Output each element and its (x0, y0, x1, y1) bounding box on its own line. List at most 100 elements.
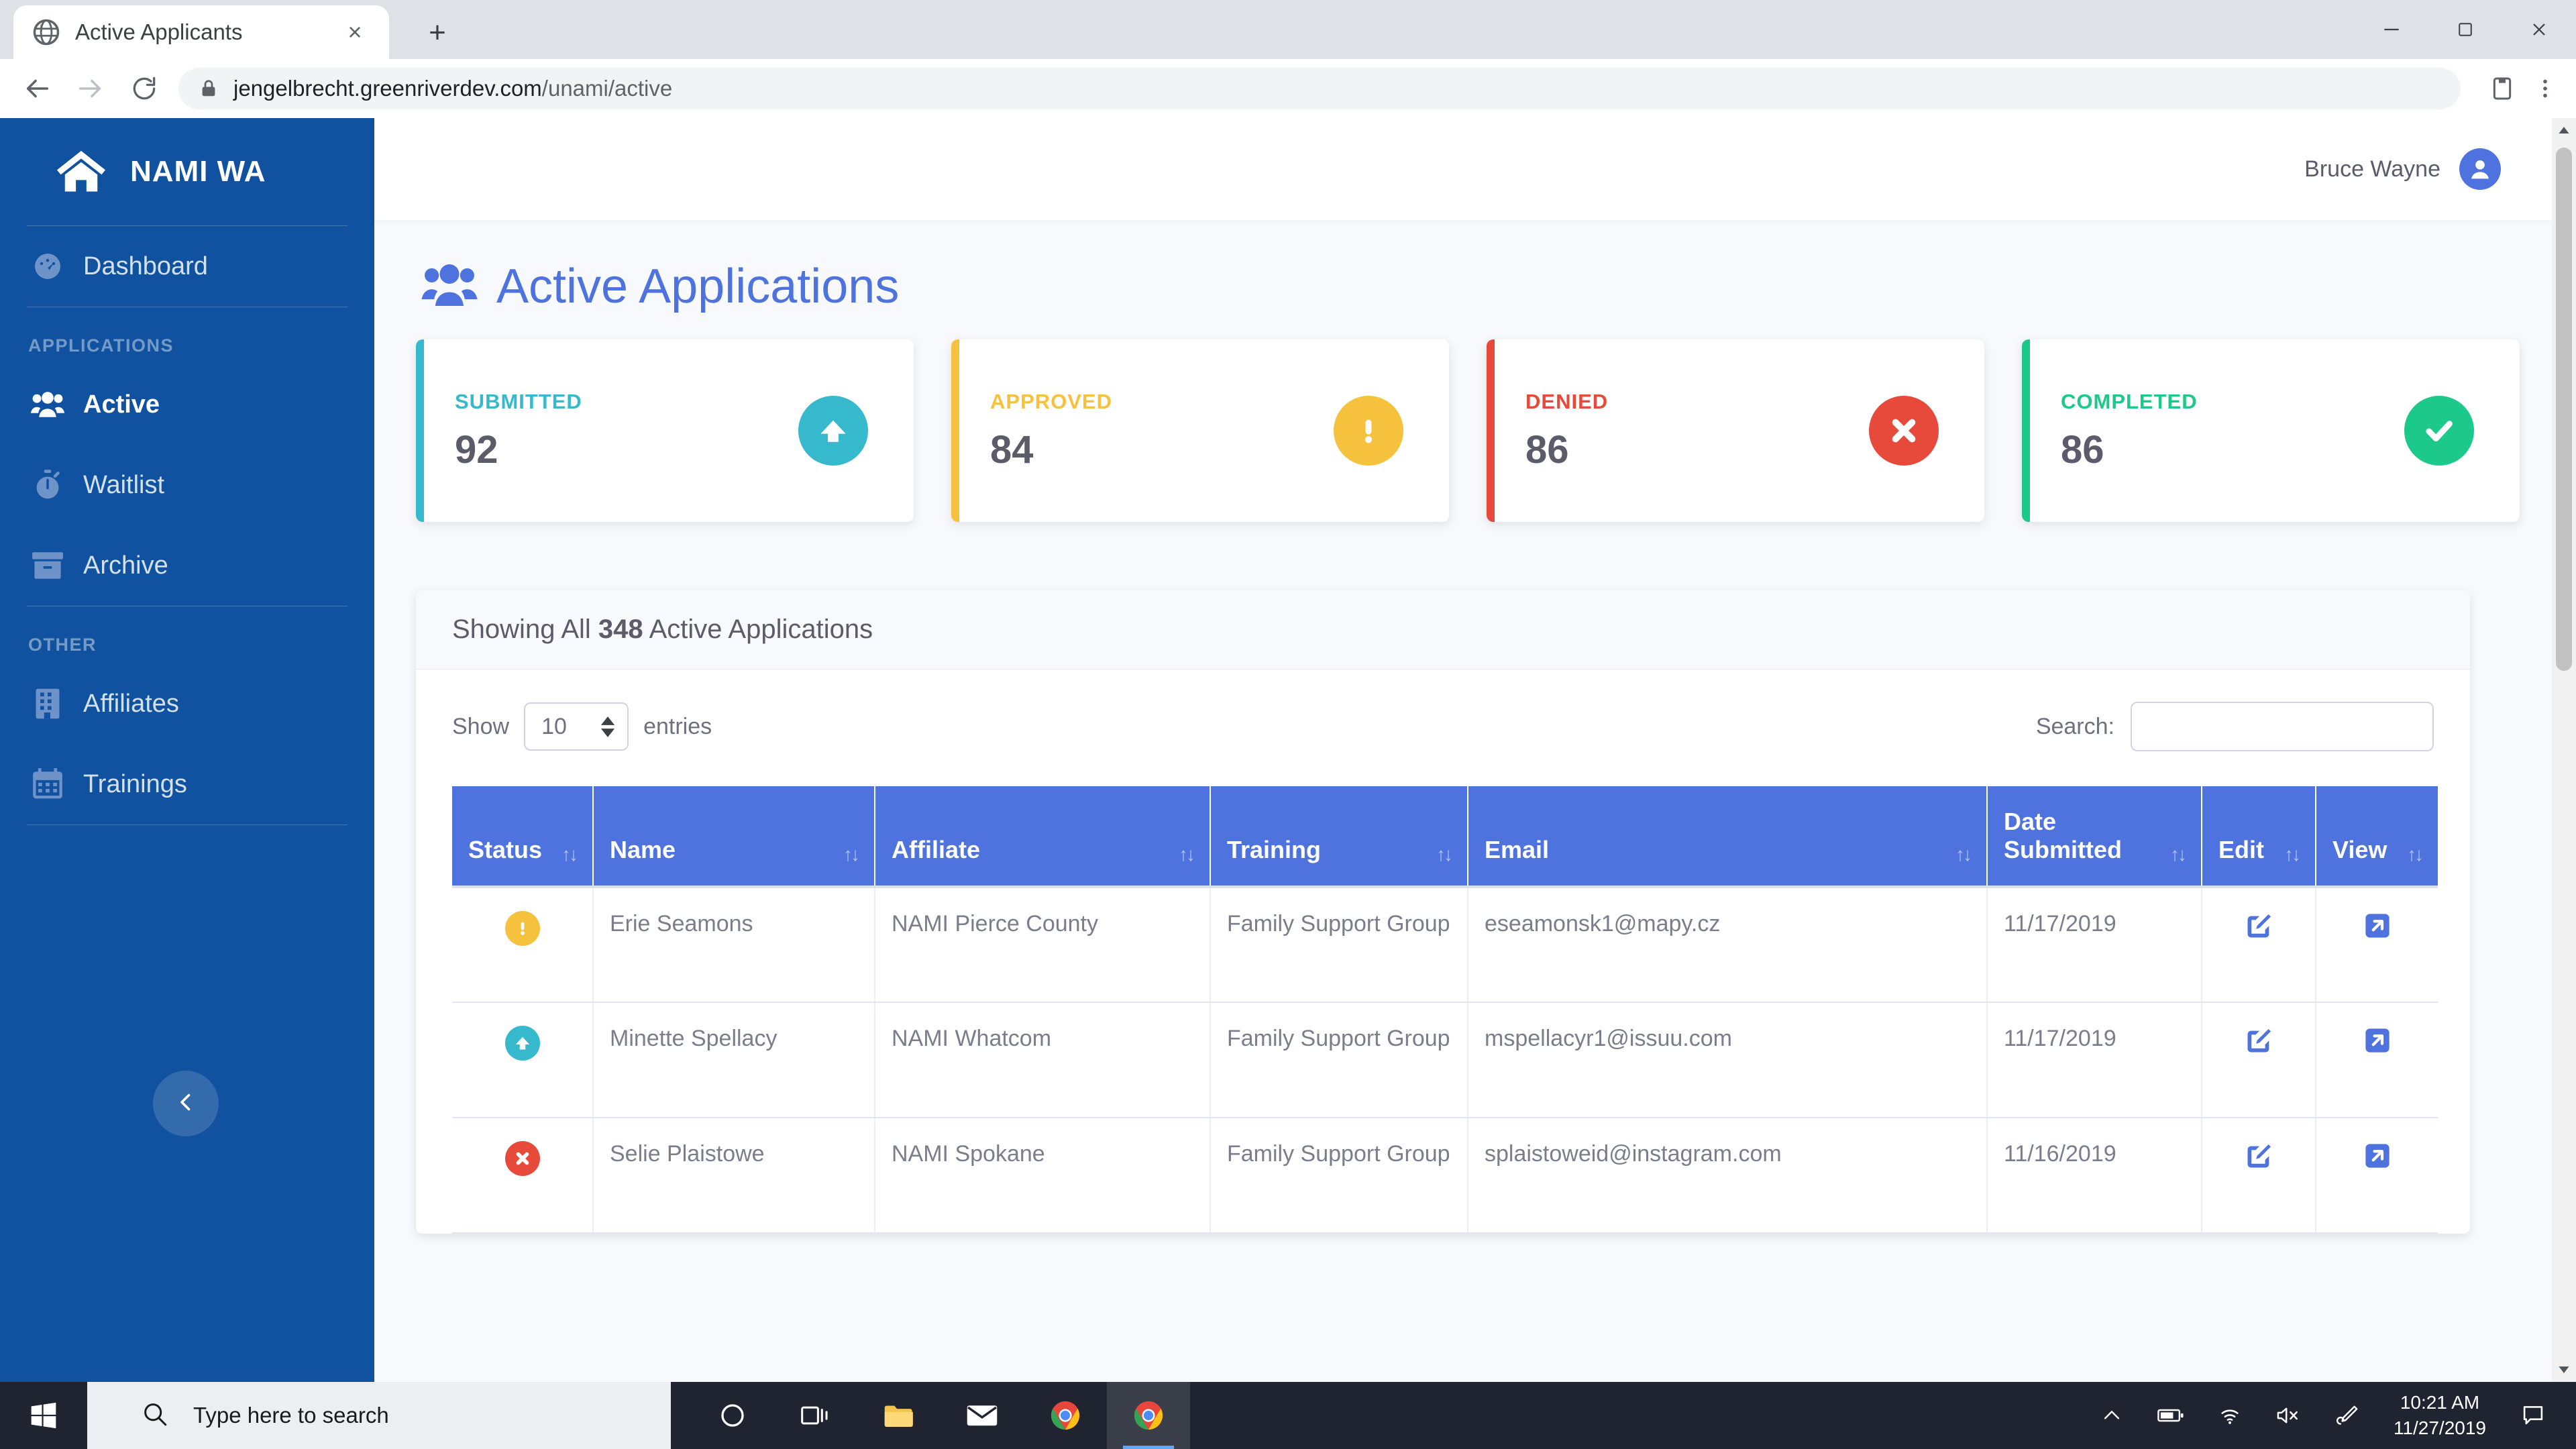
column-header-date-submitted[interactable]: Date Submitted ↑↓ (1987, 786, 2202, 887)
column-header-edit[interactable]: Edit ↑↓ (2202, 786, 2316, 887)
brand[interactable]: NAMI WA (0, 118, 374, 225)
close-window-icon[interactable] (2502, 0, 2576, 59)
applications-table: Status ↑↓ Name ↑↓ Affiliate ↑↓ Training ↑↓ (452, 786, 2438, 1234)
sidebar-item-label: Archive (83, 551, 168, 580)
mail-icon[interactable] (941, 1382, 1024, 1449)
page-viewport: NAMI WA Dashboard APPLICATIONS Active Wa… (0, 118, 2576, 1382)
cell-email: splaistoweid@instagram.com (1468, 1118, 1988, 1234)
page-scrollbar[interactable] (2552, 118, 2576, 1382)
sidebar-item-archive[interactable]: Archive (0, 525, 374, 606)
wifi-icon[interactable] (2200, 1382, 2259, 1449)
panel-body: Show 10 entries Search: Status ↑↓ Name ↑… (416, 669, 2470, 1234)
pen-to-square-icon[interactable] (2243, 1141, 2274, 1172)
address-bar[interactable]: jengelbrecht.greenriverdev.com/unami/act… (178, 68, 2461, 109)
cortana-icon[interactable] (691, 1382, 774, 1449)
sort-icon: ↑↓ (1955, 844, 1972, 865)
column-header-affiliate[interactable]: Affiliate ↑↓ (875, 786, 1211, 887)
cell-edit[interactable] (2202, 1002, 2316, 1118)
new-tab-button[interactable]: + (416, 15, 459, 51)
stat-card-value: 86 (2061, 427, 2104, 472)
search-input[interactable] (2131, 702, 2434, 751)
reload-icon[interactable] (125, 69, 164, 108)
table-row[interactable]: Minette Spellacy NAMI Whatcom Family Sup… (452, 1002, 2438, 1118)
windows-logo-icon[interactable] (0, 1382, 87, 1449)
table-row[interactable]: Selie Plaistowe NAMI Spokane Family Supp… (452, 1118, 2438, 1234)
sort-icon: ↑↓ (1436, 844, 1453, 865)
arrow-up-circle-icon (798, 396, 868, 466)
sidebar-item-affiliates[interactable]: Affiliates (0, 663, 374, 744)
users-icon (28, 390, 67, 419)
cell-affiliate: NAMI Spokane (875, 1118, 1211, 1234)
cell-edit[interactable] (2202, 1118, 2316, 1234)
exclamation-circle-icon (1334, 396, 1403, 466)
column-header-email[interactable]: Email ↑↓ (1468, 786, 1988, 887)
sidebar-section-applications: APPLICATIONS (28, 335, 174, 356)
cell-view[interactable] (2316, 885, 2438, 1003)
task-view-icon[interactable] (774, 1382, 857, 1449)
cell-edit[interactable] (2202, 885, 2316, 1003)
battery-icon[interactable] (2141, 1382, 2200, 1449)
sidebar-collapse-button[interactable] (153, 1071, 219, 1136)
column-label: Name (610, 836, 676, 863)
volume-muted-icon[interactable] (2259, 1382, 2318, 1449)
entries-label: entries (643, 713, 712, 739)
window-controls (2355, 0, 2576, 59)
browser-window: Active Applicants × + jengelbrecht.green… (0, 0, 2576, 1382)
lock-icon (199, 78, 219, 99)
avatar[interactable] (2459, 148, 2501, 190)
browser-menu-icon[interactable] (2524, 67, 2567, 110)
external-link-square-icon[interactable] (2363, 1141, 2392, 1171)
forward-icon[interactable] (71, 69, 110, 108)
sidebar-item-trainings[interactable]: Trainings (0, 744, 374, 824)
pen-to-square-icon[interactable] (2243, 1026, 2274, 1057)
cell-view[interactable] (2316, 1002, 2438, 1118)
cell-affiliate: NAMI Pierce County (875, 885, 1211, 1003)
back-icon[interactable] (17, 69, 56, 108)
taskbar-clock[interactable]: 10:21 AM 11/27/2019 (2377, 1390, 2502, 1441)
building-icon (28, 688, 67, 720)
cell-name: Minette Spellacy (593, 1002, 875, 1118)
taskbar-search[interactable]: Type here to search (87, 1382, 671, 1449)
pen-icon[interactable] (2318, 1382, 2377, 1449)
showing-count: 348 (598, 614, 643, 644)
stat-card-denied[interactable]: DENIED 86 (1487, 339, 1984, 522)
table-row[interactable]: Erie Seamons NAMI Pierce County Family S… (452, 885, 2438, 1003)
chrome-icon[interactable] (1024, 1382, 1107, 1449)
notification-icon[interactable] (2502, 1382, 2564, 1449)
page-size-select[interactable]: 10 (524, 702, 629, 751)
external-link-square-icon[interactable] (2363, 1026, 2392, 1055)
sidebar-section-other: OTHER (28, 635, 97, 655)
top-bar: Bruce Wayne (374, 118, 2552, 220)
column-header-status[interactable]: Status ↑↓ (452, 786, 594, 887)
sidebar: NAMI WA Dashboard APPLICATIONS Active Wa… (0, 118, 374, 1382)
pen-to-square-icon[interactable] (2243, 911, 2274, 942)
maximize-icon[interactable] (2428, 0, 2502, 59)
column-header-training[interactable]: Training ↑↓ (1210, 786, 1468, 887)
install-app-icon[interactable] (2481, 67, 2524, 110)
globe-icon (32, 18, 60, 46)
stat-card-approved[interactable]: APPROVED 84 (951, 339, 1449, 522)
applications-panel: Showing All 348 Active Applications Show… (416, 590, 2470, 1234)
minimize-icon[interactable] (2355, 0, 2428, 59)
file-explorer-icon[interactable] (857, 1382, 941, 1449)
cell-training: Family Support Group (1210, 1118, 1468, 1234)
table-body: Erie Seamons NAMI Pierce County Family S… (452, 885, 2438, 1234)
column-header-view[interactable]: View ↑↓ (2316, 786, 2438, 887)
chrome-icon[interactable] (1107, 1382, 1190, 1449)
cell-status (452, 885, 594, 1003)
column-header-name[interactable]: Name ↑↓ (593, 786, 875, 887)
browser-tab[interactable]: Active Applicants × (13, 5, 389, 59)
scroll-up-icon[interactable] (2552, 118, 2576, 142)
stat-card-completed[interactable]: COMPLETED 86 (2022, 339, 2520, 522)
external-link-square-icon[interactable] (2363, 911, 2392, 941)
stat-card-submitted[interactable]: SUBMITTED 92 (416, 339, 914, 522)
cell-view[interactable] (2316, 1118, 2438, 1234)
close-icon[interactable]: × (339, 17, 370, 48)
page-title: Active Applications (496, 260, 900, 313)
sidebar-item-dashboard[interactable]: Dashboard (0, 226, 374, 307)
sidebar-item-active[interactable]: Active (0, 364, 374, 445)
sidebar-item-waitlist[interactable]: Waitlist (0, 445, 374, 525)
scrollbar-thumb[interactable] (2556, 148, 2572, 671)
chevron-up-icon[interactable] (2082, 1382, 2141, 1449)
scroll-down-icon[interactable] (2552, 1358, 2576, 1382)
